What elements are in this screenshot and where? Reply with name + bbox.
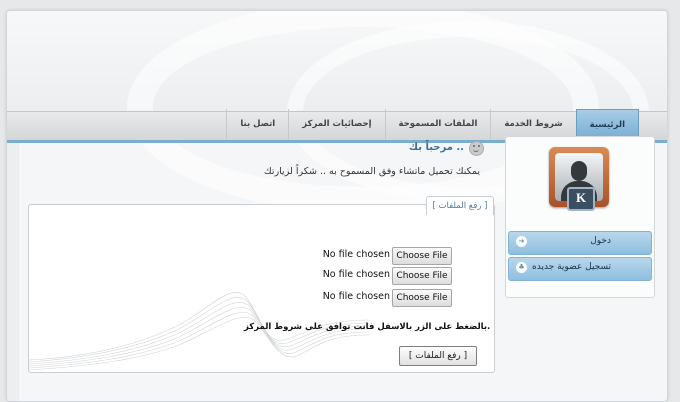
left-frame <box>7 143 19 401</box>
user-add-icon: ♣ <box>516 262 527 273</box>
terms-notice: بالضغط على الزر بالاسفل فانت توافق على ش… <box>244 322 491 332</box>
file-status: No file chosen <box>322 269 390 280</box>
choose-file-button[interactable]: Choose File <box>392 247 452 265</box>
avatar-head <box>571 161 587 181</box>
file-input-1: No file chosen Choose File <box>316 247 452 265</box>
upload-submit-button[interactable]: [ رفع الملفات ] <box>399 346 477 366</box>
file-status: No file chosen <box>322 249 390 260</box>
tab-contact[interactable]: اتصل بنا <box>226 109 288 140</box>
file-input-3: No file chosen Choose File <box>316 289 452 307</box>
tab-allowed-files[interactable]: الملفات المسموحة <box>384 109 491 140</box>
avatar: K <box>549 147 609 211</box>
login-label: دخول <box>590 236 611 246</box>
welcome-subtitle: يمكنك تحميل ماتشاء وفق المسموح به .. شكر… <box>263 166 480 177</box>
choose-file-button[interactable]: Choose File <box>392 267 452 285</box>
login-arrow-icon: ➜ <box>516 236 527 247</box>
tab-upload-files[interactable]: [ رفع الملفات ] <box>426 196 494 215</box>
sidebar-panel: K ➜ دخول ♣ تسجيل عضوية جديده <box>505 136 655 298</box>
file-status: No file chosen <box>322 291 390 302</box>
choose-file-button[interactable]: Choose File <box>392 289 452 307</box>
tab-statistics[interactable]: إحصائيات المركز <box>288 109 384 140</box>
register-label: تسجيل عضوية جديده <box>532 262 611 272</box>
welcome-header: مرحباً بك .. <box>150 141 484 159</box>
login-button[interactable]: ➜ دخول <box>508 231 652 255</box>
smiley-icon <box>469 141 484 156</box>
register-button[interactable]: ♣ تسجيل عضوية جديده <box>508 257 652 281</box>
welcome-title: مرحباً بك .. <box>408 142 464 153</box>
file-input-2: No file chosen Choose File <box>316 267 452 285</box>
avatar-badge: K <box>567 187 595 211</box>
site-header <box>7 11 667 213</box>
